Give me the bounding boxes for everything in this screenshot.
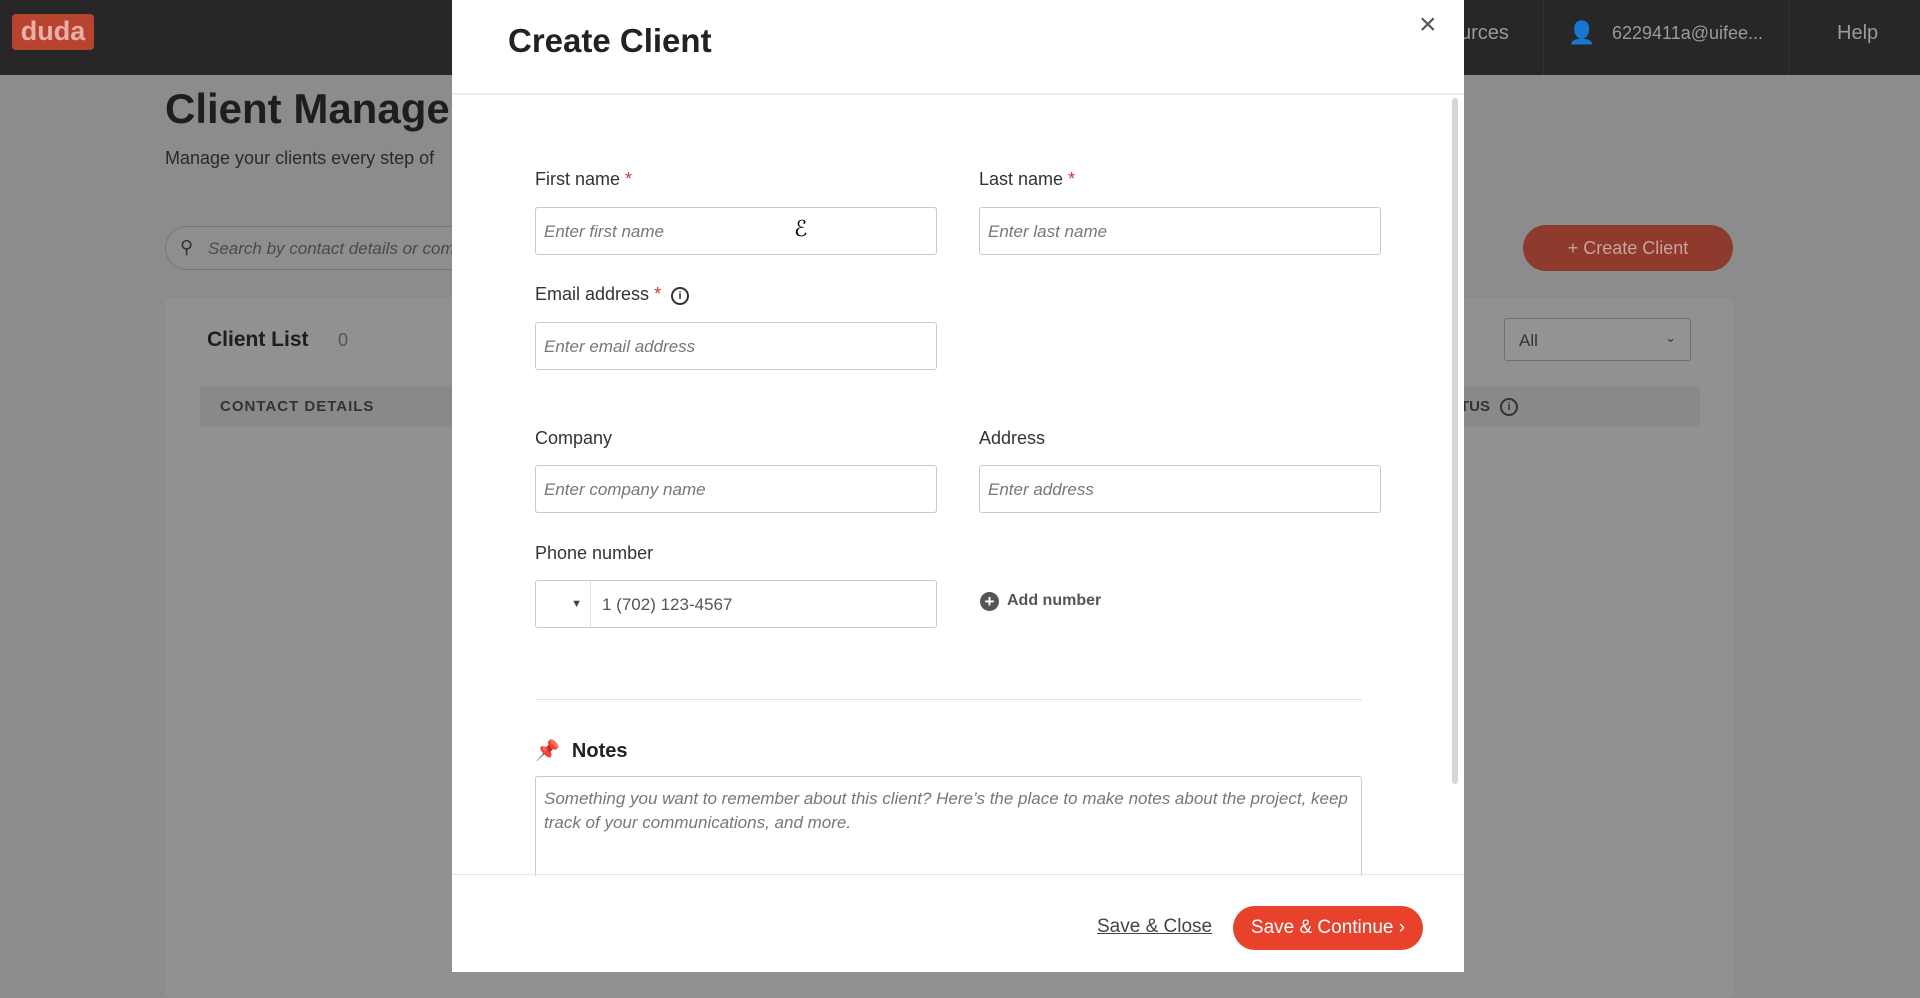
first-name-label: First name * [535, 169, 632, 190]
search-placeholder: Search by contact details or comp [208, 239, 465, 258]
client-search-input[interactable]: ⚲ Search by contact details or comp [165, 226, 485, 270]
page-subtitle: Manage your clients every step of [165, 148, 435, 168]
page-title: Client Managen [165, 85, 476, 132]
phone-label: Phone number [535, 543, 654, 563]
footer-divider [452, 874, 1464, 875]
column-contact-details: CONTACT DETAILS [220, 398, 375, 415]
close-icon[interactable]: × [1419, 8, 1437, 42]
chevron-down-icon: ⌄ [1665, 330, 1676, 345]
nav-resources[interactable]: urces [1460, 22, 1509, 45]
client-list-title: Client List [207, 328, 309, 351]
client-count: 0 [338, 330, 349, 350]
user-account[interactable]: 6229411a@uifee... [1612, 23, 1763, 44]
info-icon[interactable]: i [1500, 398, 1518, 416]
duda-logo[interactable]: duda [12, 14, 94, 50]
filter-value: All [1519, 331, 1538, 350]
column-status: TUS i [1460, 398, 1518, 416]
add-number-button[interactable]: + Add number [980, 592, 1101, 611]
required-mark: * [654, 284, 662, 304]
user-icon[interactable]: 👤 [1568, 20, 1595, 46]
required-mark: * [1068, 169, 1076, 189]
save-close-button[interactable]: Save & Close [1097, 916, 1212, 938]
caret-down-icon: ▼ [571, 598, 582, 610]
status-filter-select[interactable]: All ⌄ [1504, 318, 1691, 361]
notes-label: Notes [571, 740, 628, 762]
required-mark: * [625, 169, 633, 189]
plus-circle-icon: + [980, 592, 999, 611]
info-icon[interactable]: i [671, 287, 690, 305]
nav-divider [1543, 0, 1544, 75]
address-input[interactable]: Enter address [979, 465, 1381, 513]
save-continue-button[interactable]: Save & Continue › [1233, 906, 1423, 950]
address-label: Address [979, 428, 1046, 448]
create-client-button[interactable]: + Create Client [1523, 225, 1733, 271]
modal-scrollbar[interactable] [1452, 98, 1458, 784]
last-name-input[interactable]: Enter last name [979, 207, 1381, 255]
country-code-dropdown[interactable]: ▼ [535, 580, 591, 628]
add-number-label: Add number [1007, 592, 1102, 609]
column-status-label: TUS [1460, 398, 1490, 415]
header-divider [452, 93, 1464, 95]
email-label-text: Email address [535, 284, 650, 304]
create-client-modal: Create Client × First name * Enter first… [452, 0, 1464, 972]
notes-heading: 📌 Notes [535, 738, 627, 763]
search-icon: ⚲ [180, 237, 194, 257]
nav-help[interactable]: Help [1837, 22, 1878, 45]
section-divider [535, 699, 1362, 700]
email-input[interactable]: Enter email address [535, 322, 937, 370]
nav-divider [1788, 0, 1789, 75]
chevron-right-icon: › [1398, 917, 1406, 938]
first-name-input[interactable]: Enter first name [535, 207, 937, 255]
company-input[interactable]: Enter company name [535, 465, 937, 513]
last-name-label: Last name * [979, 169, 1075, 190]
last-name-label-text: Last name [979, 169, 1064, 189]
email-label: Email address * i [535, 284, 690, 305]
company-label: Company [535, 428, 613, 448]
phone-input[interactable]: 1 (702) 123-4567 [590, 580, 937, 628]
first-name-label-text: First name [535, 169, 621, 189]
text-cursor-icon: ℰ [794, 216, 808, 241]
notes-textarea[interactable]: Something you want to remember about thi… [535, 776, 1362, 876]
pushpin-icon: 📌 [535, 740, 560, 762]
save-continue-label: Save & Continue [1250, 917, 1394, 938]
modal-title: Create Client [508, 22, 712, 59]
